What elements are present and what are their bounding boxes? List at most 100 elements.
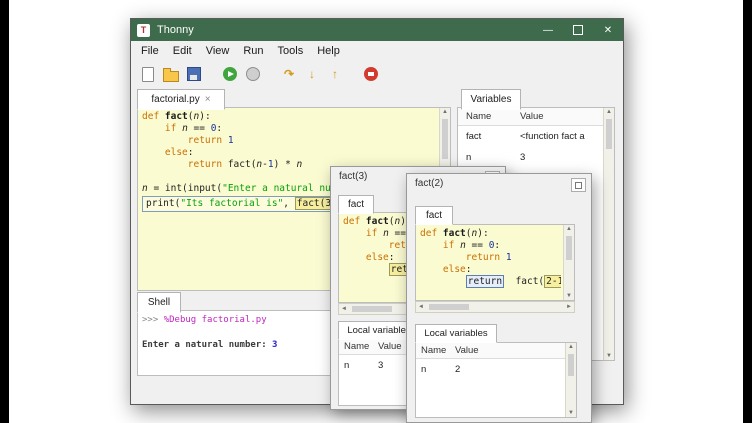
table-cell: n	[339, 360, 378, 371]
folder-icon	[163, 71, 179, 82]
column-header-value: Value	[378, 341, 402, 352]
table-row[interactable]: n3	[458, 147, 614, 168]
table-cell: 3	[520, 152, 614, 163]
menubar: File Edit View Run Tools Help	[131, 41, 623, 61]
menu-item-edit[interactable]: Edit	[166, 41, 199, 61]
code-line: def fact(n):	[420, 228, 561, 240]
scrollbar-thumb[interactable]	[566, 236, 572, 260]
column-header-value: Value	[520, 111, 544, 122]
fact2-tab-label: fact	[426, 210, 442, 221]
table-cell: 2	[455, 364, 460, 375]
fact2-vscrollbar[interactable]: ▲ ▼	[563, 225, 574, 300]
open-file-icon[interactable]	[163, 66, 179, 82]
column-header-name: Name	[458, 111, 520, 122]
close-button[interactable]: ✕	[593, 19, 623, 41]
debug-icon[interactable]	[245, 66, 261, 82]
table-cell: 3	[378, 360, 383, 371]
fact2-lv-vscrollbar[interactable]: ▲ ▼	[565, 343, 576, 417]
close-tab-icon[interactable]: ×	[205, 94, 211, 105]
step-into-arrow-icon: ↓	[309, 67, 315, 81]
shell-tab-label: Shell	[148, 297, 170, 308]
column-header-name: Name	[416, 345, 455, 356]
tab-factorial-py[interactable]: factorial.py ×	[137, 89, 225, 110]
menu-item-tools[interactable]: Tools	[271, 41, 311, 61]
scroll-left-icon[interactable]: ◄	[341, 305, 347, 313]
tab-variables[interactable]: Variables	[461, 89, 521, 110]
code-line: if n == 0:	[420, 240, 561, 252]
column-header-name: Name	[339, 341, 378, 352]
fact2-tab-local-variables[interactable]: Local variables	[415, 324, 497, 343]
table-cell: n	[416, 364, 455, 375]
variables-tab-label: Variables	[471, 94, 512, 105]
maximize-button[interactable]	[571, 178, 586, 192]
editor-tab-label: factorial.py	[151, 94, 199, 105]
maximize-button[interactable]	[563, 19, 593, 41]
window-controls: — ✕	[533, 19, 623, 41]
table-cell: fact	[458, 131, 520, 142]
scrollbar-thumb[interactable]	[442, 119, 448, 159]
menu-item-view[interactable]: View	[199, 41, 237, 61]
variables-vscrollbar[interactable]: ▲ ▼	[603, 108, 614, 360]
variables-table-body: fact<function fact an3	[458, 126, 614, 168]
letterbox-right	[743, 0, 752, 423]
bug-icon	[246, 67, 260, 81]
step-out-arrow-icon: ↑	[332, 67, 338, 81]
table-row[interactable]: n2	[416, 359, 576, 379]
fact2-local-variables-body: n2	[416, 359, 576, 379]
menu-item-run[interactable]: Run	[236, 41, 270, 61]
floppy-icon	[187, 67, 201, 81]
scroll-left-icon[interactable]: ◄	[418, 303, 424, 311]
scroll-up-icon[interactable]: ▲	[606, 108, 612, 116]
scroll-up-icon[interactable]: ▲	[568, 343, 574, 351]
scroll-down-icon[interactable]: ▼	[566, 292, 572, 300]
code-line: return fact(2-1) * n	[420, 276, 561, 288]
fact2-code[interactable]: def fact(n): if n == 0: return 1 else: r…	[420, 228, 561, 298]
play-icon	[223, 67, 237, 81]
code-line: def fact(n):	[142, 111, 436, 123]
table-cell: <function fact a	[520, 131, 614, 142]
step-over-icon[interactable]: ↷	[281, 66, 297, 82]
fact2-titlebar[interactable]: fact(2)	[407, 174, 591, 194]
scrollbar-thumb[interactable]	[568, 354, 574, 376]
thonny-app-icon: T	[137, 24, 150, 37]
scroll-right-icon[interactable]: ►	[566, 303, 572, 311]
stop-icon[interactable]	[363, 66, 379, 82]
scrollbar-thumb[interactable]	[606, 119, 612, 149]
tab-shell[interactable]: Shell	[137, 292, 181, 313]
scrollbar-thumb[interactable]	[352, 306, 392, 312]
fact2-hscrollbar[interactable]: ◄ ►	[415, 301, 575, 313]
fact2-code-frame[interactable]: def fact(n): if n == 0: return 1 else: r…	[415, 224, 575, 301]
minimize-button[interactable]: —	[533, 19, 563, 41]
letterbox-left	[0, 0, 9, 423]
titlebar[interactable]: T Thonny — ✕	[131, 19, 623, 41]
page-icon	[142, 67, 154, 82]
code-line: else:	[142, 147, 436, 159]
maximize-icon	[575, 182, 582, 189]
new-file-icon[interactable]	[140, 66, 156, 82]
step-out-icon[interactable]: ↑	[327, 66, 343, 82]
table-header: Name Value	[416, 343, 576, 359]
scrollbar-thumb[interactable]	[429, 304, 469, 310]
scroll-up-icon[interactable]: ▲	[442, 108, 448, 116]
code-line: return 1	[142, 135, 436, 147]
code-line: if n == 0:	[142, 123, 436, 135]
fact2-local-variables-label: Local variables	[424, 328, 487, 339]
scroll-up-icon[interactable]: ▲	[566, 225, 572, 233]
table-cell: n	[458, 152, 520, 163]
fact2-tab-fact[interactable]: fact	[415, 206, 453, 225]
screen: T Thonny — ✕ File Edit View Run Tools He…	[0, 0, 752, 423]
save-icon[interactable]	[186, 66, 202, 82]
fact2-window: fact(2) fact def fact(n): if n == 0: ret…	[406, 173, 592, 423]
menu-item-help[interactable]: Help	[310, 41, 347, 61]
step-over-arrow-icon: ↷	[284, 67, 294, 81]
fact3-tab-fact[interactable]: fact	[338, 195, 374, 214]
run-icon[interactable]	[222, 66, 238, 82]
table-row[interactable]: fact<function fact a	[458, 126, 614, 147]
column-header-value: Value	[455, 345, 479, 356]
menu-item-file[interactable]: File	[134, 41, 166, 61]
scroll-down-icon[interactable]: ▼	[568, 409, 574, 417]
step-into-icon[interactable]: ↓	[304, 66, 320, 82]
scroll-down-icon[interactable]: ▼	[606, 352, 612, 360]
fact2-local-variables-table: Name Value n2 ▲ ▼	[415, 342, 577, 418]
active-statement-box: print("Its factorial is", fact(3))	[142, 196, 349, 212]
